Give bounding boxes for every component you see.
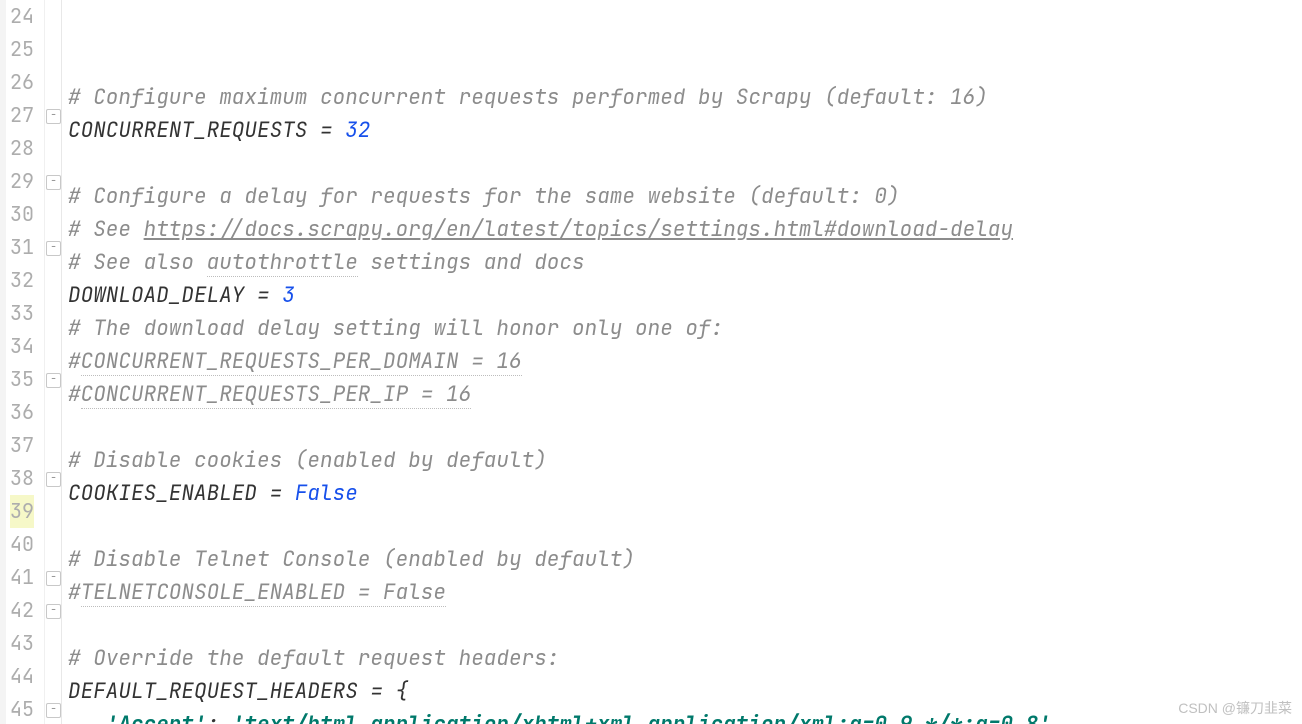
code-token [68, 711, 106, 724]
code-token: # [68, 579, 81, 606]
code-line[interactable]: #TELNETCONSOLE_ENABLED = False [68, 576, 1302, 609]
code-line[interactable]: DEFAULT_REQUEST_HEADERS = { [68, 675, 1302, 708]
line-number: 30 [10, 198, 34, 231]
code-token: # Disable cookies (enabled by default) [68, 447, 547, 474]
code-token: = [257, 282, 282, 309]
code-token: CONCURRENT_REQUESTS [68, 117, 320, 144]
code-line[interactable]: # Configure maximum concurrent requests … [68, 81, 1302, 114]
line-number: 27 [10, 99, 34, 132]
line-number: 24 [10, 0, 34, 33]
fold-toggle-icon[interactable] [46, 373, 61, 388]
line-number: 34 [10, 330, 34, 363]
code-token: # Override the default request headers: [68, 645, 559, 672]
code-token: # [68, 381, 81, 408]
code-token: DOWNLOAD_DELAY [68, 282, 257, 309]
code-token: settings and docs [358, 249, 585, 276]
line-number: 31 [10, 231, 34, 264]
code-token: 3 [282, 282, 295, 309]
code-token: 'text/html,application/xhtml+xml,applica… [232, 711, 1051, 724]
line-number: 42 [10, 594, 34, 627]
line-number: 36 [10, 396, 34, 429]
code-line[interactable]: CONCURRENT_REQUESTS = 32 [68, 114, 1302, 147]
line-number: 39 [10, 495, 34, 528]
code-token: # Configure a delay for requests for the… [68, 183, 900, 210]
code-token: DEFAULT_REQUEST_HEADERS [68, 678, 370, 705]
code-token: TELNETCONSOLE_ENABLED = False [81, 579, 446, 607]
line-number: 29 [10, 165, 34, 198]
code-line[interactable]: DOWNLOAD_DELAY = 3 [68, 279, 1302, 312]
line-number: 28 [10, 132, 34, 165]
code-token: CONCURRENT_REQUESTS_PER_IP = 16 [81, 381, 472, 409]
code-editor[interactable]: 2425262728293031323334353637383940414243… [0, 0, 1302, 724]
code-token: COOKIES_ENABLED [68, 480, 270, 507]
line-number: 32 [10, 264, 34, 297]
code-token: # Disable Telnet Console (enabled by def… [68, 546, 635, 573]
code-token: # Configure maximum concurrent requests … [68, 84, 988, 111]
code-line[interactable] [68, 510, 1302, 543]
fold-toggle-icon[interactable] [46, 472, 61, 487]
code-token: # [68, 348, 81, 375]
fold-toggle-icon[interactable] [46, 571, 61, 586]
line-number: 26 [10, 66, 34, 99]
code-line[interactable]: # See https://docs.scrapy.org/en/latest/… [68, 213, 1302, 246]
code-line[interactable] [68, 411, 1302, 444]
code-line[interactable]: #CONCURRENT_REQUESTS_PER_DOMAIN = 16 [68, 345, 1302, 378]
code-line[interactable]: # Disable Telnet Console (enabled by def… [68, 543, 1302, 576]
line-number: 33 [10, 297, 34, 330]
code-token: = [320, 117, 345, 144]
code-line[interactable]: 'Accept': 'text/html,application/xhtml+x… [68, 708, 1302, 724]
code-token: 32 [345, 117, 370, 144]
fold-toggle-icon[interactable] [46, 703, 61, 718]
line-number: 45 [10, 693, 34, 724]
line-number: 35 [10, 363, 34, 396]
code-token: = [270, 480, 295, 507]
code-line[interactable]: # Disable cookies (enabled by default) [68, 444, 1302, 477]
code-line[interactable]: COOKIES_ENABLED = False [68, 477, 1302, 510]
code-line[interactable] [68, 609, 1302, 642]
code-token: CONCURRENT_REQUESTS_PER_DOMAIN = 16 [81, 348, 522, 376]
code-token: autothrottle [207, 249, 358, 277]
code-line[interactable]: #CONCURRENT_REQUESTS_PER_IP = 16 [68, 378, 1302, 411]
code-line[interactable]: # Configure a delay for requests for the… [68, 180, 1302, 213]
code-token: = { [370, 678, 408, 705]
line-number: 43 [10, 627, 34, 660]
code-token: : [207, 711, 232, 724]
code-line[interactable]: # See also autothrottle settings and doc… [68, 246, 1302, 279]
code-line[interactable]: # Override the default request headers: [68, 642, 1302, 675]
line-number: 44 [10, 660, 34, 693]
fold-toggle-icon[interactable] [46, 175, 61, 190]
code-token: 'Accept' [106, 711, 207, 724]
fold-column[interactable] [45, 0, 62, 724]
fold-toggle-icon[interactable] [46, 604, 61, 619]
line-number: 25 [10, 33, 34, 66]
code-token: https://docs.scrapy.org/en/latest/topics… [144, 216, 1013, 243]
line-number: 37 [10, 429, 34, 462]
watermark-text: CSDN @镰刀韭菜 [1178, 698, 1292, 718]
code-token: , [1051, 711, 1064, 724]
fold-toggle-icon[interactable] [46, 241, 61, 256]
line-number: 40 [10, 528, 34, 561]
code-token: # See also [68, 249, 207, 276]
code-area[interactable]: CSDN @镰刀韭菜 # Configure maximum concurren… [62, 0, 1302, 724]
code-token: # See [68, 216, 144, 243]
code-line[interactable] [68, 147, 1302, 180]
code-token: # The download delay setting will honor … [68, 315, 723, 342]
code-token: False [295, 480, 358, 507]
line-number-gutter: 2425262728293031323334353637383940414243… [6, 0, 45, 724]
line-number: 41 [10, 561, 34, 594]
code-line[interactable]: # The download delay setting will honor … [68, 312, 1302, 345]
line-number: 38 [10, 462, 34, 495]
fold-toggle-icon[interactable] [46, 109, 61, 124]
